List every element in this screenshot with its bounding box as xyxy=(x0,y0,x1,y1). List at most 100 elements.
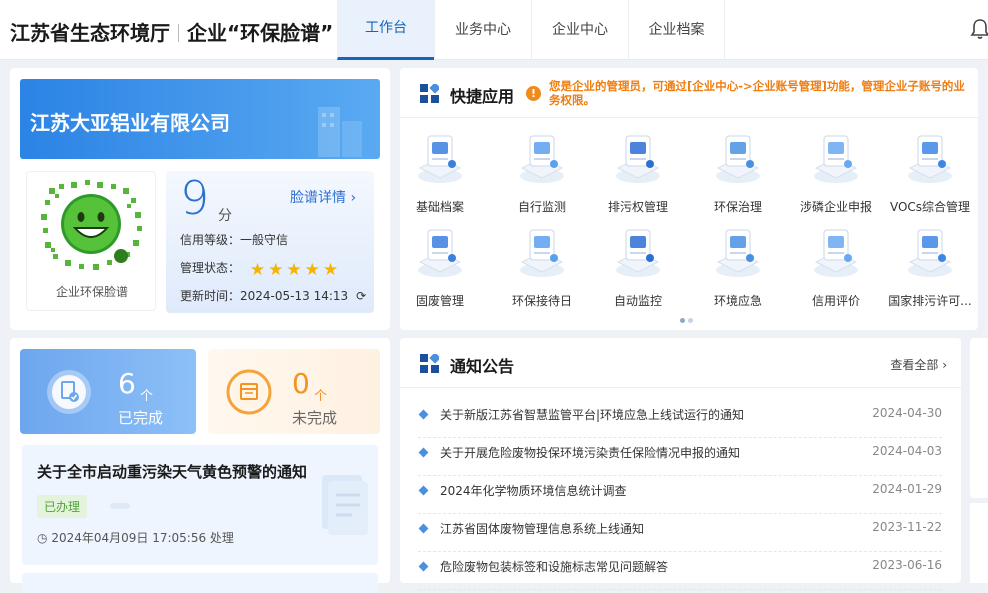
diamond-bullet-icon xyxy=(418,561,429,572)
carousel-dot[interactable] xyxy=(680,318,685,323)
quick-apps-header: 快捷应用 ! 您是企业的管理员，可通过[企业中心->企业账号管理]功能，管理企业… xyxy=(400,68,978,118)
notice-row[interactable]: 2024年化学物质环境信息统计调查 2024-01-29 xyxy=(418,476,942,514)
site-title-org: 江苏省生态环境厅 xyxy=(10,21,170,45)
info-icon: ! xyxy=(526,86,541,101)
permit-icon xyxy=(908,229,952,277)
completed-tasks-tile[interactable]: 6 个 已完成 xyxy=(20,349,196,434)
pending-unit: 个 xyxy=(314,389,328,404)
quick-app-label: 国家排污许可... xyxy=(888,294,972,308)
grid-apps-icon xyxy=(420,84,439,103)
star-rating: ★ ★ ★ ★ ★ xyxy=(250,260,339,280)
credit-level-value: 一般守信 xyxy=(240,233,289,247)
top-header: 江苏省生态环境厅 企业“环保脸谱” 工作台 业务中心 企业中心 企业档案 xyxy=(0,0,988,60)
grid-notice-icon xyxy=(420,354,439,373)
diamond-bullet-icon xyxy=(418,485,429,496)
tab-business-center[interactable]: 业务中心 xyxy=(434,0,531,60)
quick-app-discharge-right[interactable]: 排污权管理 xyxy=(590,126,686,216)
task-list-item-next[interactable] xyxy=(22,573,378,593)
notice-title[interactable]: 2024年化学物质环境信息统计调查 xyxy=(440,482,627,499)
carousel-dot[interactable] xyxy=(688,318,693,323)
notice-row[interactable]: 危险废物包装标签和设施标志常见问题解答 2023-06-16 xyxy=(418,552,942,590)
quick-app-governance[interactable]: 环保治理 xyxy=(690,126,786,216)
quick-app-label: 涉磷企业申报 xyxy=(799,200,872,214)
company-name: 江苏大亚铝业有限公司 xyxy=(30,111,230,135)
auto-monitor-icon xyxy=(616,229,660,277)
task-item-title: 关于全市启动重污染天气黄色预警的通知 xyxy=(37,463,308,481)
quick-app-self-monitor[interactable]: 自行监测 xyxy=(494,126,590,216)
notices-card: 通知公告 查看全部 › 关于新版江苏省智慧监管平台|环境应急上线试运行的通知 20… xyxy=(400,338,961,590)
score-unit: 分 xyxy=(218,208,232,224)
notice-title[interactable]: 江苏省固体废物管理信息系统上线通知 xyxy=(440,520,644,537)
face-qr-code[interactable]: 企业环保脸谱 xyxy=(26,171,156,311)
face-detail-link[interactable]: 脸谱详情 › xyxy=(290,187,356,207)
quick-app-label: 环境应急 xyxy=(713,294,762,308)
refresh-icon[interactable]: ⟳ xyxy=(356,289,366,303)
notice-row[interactable]: 关于新版江苏省智慧监管平台|环境应急上线试运行的通知 2024-04-30 xyxy=(418,400,942,438)
quick-app-label: 固废管理 xyxy=(415,294,464,308)
quick-app-reception-day[interactable]: 环保接待日 xyxy=(494,220,590,310)
management-status-label: 管理状态： xyxy=(180,261,241,275)
tab-enterprise-center[interactable]: 企业中心 xyxy=(531,0,628,60)
building-icon xyxy=(318,107,362,157)
quick-app-permit[interactable]: 国家排污许可... xyxy=(882,220,978,310)
task-item-time: ◷ 2024年04月09日 17:05:56 处理 xyxy=(37,529,234,546)
bell-icon[interactable] xyxy=(970,18,988,40)
star-icon: ★ xyxy=(304,260,320,280)
star-icon: ★ xyxy=(322,260,339,280)
tab-enterprise-archive[interactable]: 企业档案 xyxy=(628,0,725,60)
status-badge: 已办理 xyxy=(37,495,88,518)
quick-app-auto-monitor[interactable]: 自动监控 xyxy=(590,220,686,310)
diamond-bullet-icon xyxy=(418,523,429,534)
quick-app-credit-eval[interactable]: 信用评价 xyxy=(788,220,884,310)
pending-count: 0 xyxy=(292,367,310,400)
quick-apps-title: 快捷应用 xyxy=(450,87,515,106)
notice-title[interactable]: 关于新版江苏省智慧监管平台|环境应急上线试运行的通知 xyxy=(440,406,744,423)
company-card: 江苏大亚铝业有限公司 企业环保脸谱 9 分 脸谱详情 › 信用等级：一般守信 管… xyxy=(10,68,390,330)
self-monitor-icon xyxy=(520,135,564,183)
notice-row[interactable]: 关于开展危险废物投保环境污染责任保险情况申报的通知 2024-04-03 xyxy=(418,438,942,476)
tab-workbench[interactable]: 工作台 xyxy=(337,0,434,60)
quick-apps-card: 快捷应用 ! 您是企业的管理员，可通过[企业中心->企业账号管理]功能，管理企业… xyxy=(400,68,978,330)
quick-app-phosphorus-report[interactable]: 涉磷企业申报 xyxy=(788,126,884,216)
pending-tasks-tile[interactable]: 0 个 未完成 xyxy=(208,349,380,434)
discharge-right-icon xyxy=(616,135,660,183)
site-title-product: 企业“环保脸谱” xyxy=(187,21,334,45)
quick-app-label: VOCs综合管理 xyxy=(889,200,971,214)
face-detail-label: 脸谱详情 xyxy=(290,190,346,206)
star-icon: ★ xyxy=(268,260,284,280)
notice-title[interactable]: 关于开展危险废物投保环境污染责任保险情况申报的通知 xyxy=(440,444,740,461)
notice-title[interactable]: 危险废物包装标签和设施标志常见问题解答 xyxy=(440,558,668,575)
quick-app-label: 环保治理 xyxy=(713,200,762,214)
notice-date: 2024-04-03 xyxy=(872,444,942,458)
vocs-icon xyxy=(908,135,952,183)
update-time-row: 更新时间：2024-05-13 14:13 ⟳ xyxy=(180,287,366,304)
quick-app-label: 信用评价 xyxy=(811,294,860,308)
solid-waste-icon xyxy=(418,229,462,277)
right-panel-edge xyxy=(970,338,988,498)
company-banner: 江苏大亚铝业有限公司 xyxy=(20,79,380,159)
archive-icon xyxy=(418,135,462,183)
chevron-right-icon: › xyxy=(942,358,947,372)
quick-app-vocs[interactable]: VOCs综合管理 xyxy=(882,126,978,216)
notice-row[interactable]: 江苏省固体废物管理信息系统上线通知 2023-11-22 xyxy=(418,514,942,552)
task-list-item[interactable]: 关于全市启动重污染天气黄色预警的通知 已办理 ◷ 2024年04月09日 17:… xyxy=(22,445,378,565)
site-title: 江苏省生态环境厅 企业“环保脸谱” xyxy=(10,17,333,46)
phosphorus-report-icon xyxy=(814,135,858,183)
view-all-label: 查看全部 xyxy=(890,358,939,372)
management-status-row: 管理状态： ★ ★ ★ ★ ★ xyxy=(180,259,339,280)
quick-app-archive[interactable]: 基础档案 xyxy=(392,126,488,216)
quick-app-solid-waste[interactable]: 固废管理 xyxy=(392,220,488,310)
score-panel: 9 分 脸谱详情 › 信用等级：一般守信 管理状态： ★ ★ ★ ★ ★ 更新时… xyxy=(166,171,374,313)
emergency-icon xyxy=(716,229,760,277)
view-all-link[interactable]: 查看全部 › xyxy=(890,356,947,373)
star-icon: ★ xyxy=(286,260,302,280)
update-time-value: 2024-05-13 14:13 xyxy=(240,289,349,303)
completed-doc-icon xyxy=(47,370,91,414)
quick-app-emergency[interactable]: 环境应急 xyxy=(690,220,786,310)
smiley-qr-icon xyxy=(41,180,142,270)
badge-tail-decoration xyxy=(110,503,130,509)
task-card: 6 个 已完成 0 个 未完成 关于全市启动重污染天气黄色预警的通知 已办理 ◷… xyxy=(10,338,390,593)
document-watermark-icon xyxy=(322,475,368,535)
pending-label: 未完成 xyxy=(292,409,338,427)
notices-title: 通知公告 xyxy=(450,357,515,376)
